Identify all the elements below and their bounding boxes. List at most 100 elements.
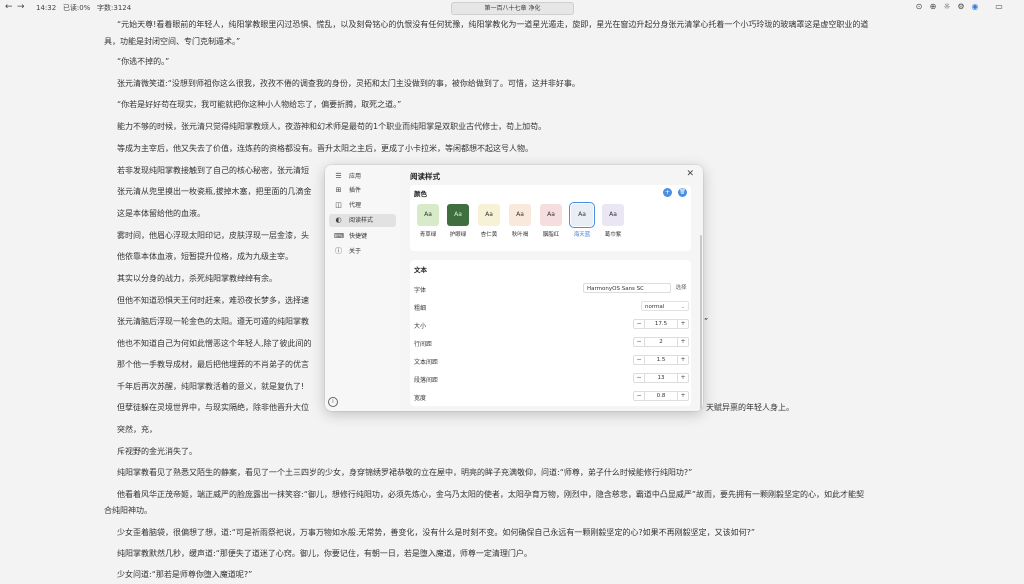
width-stepper[interactable]: − 0.8 +: [633, 391, 689, 401]
info-icon[interactable]: i: [328, 397, 338, 407]
section-title: 文本: [414, 266, 427, 274]
line-spacing-stepper[interactable]: − 2 +: [633, 337, 689, 347]
size-label: 大小: [414, 323, 427, 330]
paragraph: 若非发现纯阳掌教接触到了自己的核心秘密，张元清短: [117, 166, 309, 175]
increment-button[interactable]: +: [677, 320, 688, 328]
font-field[interactable]: HarmonyOS Sans SC: [583, 283, 671, 293]
paragraph-spacing-label: 段落间距: [414, 377, 439, 384]
chevron-down-icon: ⌄: [680, 304, 685, 310]
delete-style-icon[interactable]: 🗑: [678, 188, 687, 197]
swatch-label: 杏仁黄: [480, 232, 498, 238]
settings-panel: 阅读样式 ✕ 颜色 + 🗑 Aa Aa Aa Aa Aa Aa Aa 青草绿 护…: [400, 165, 703, 411]
swatch-huyan[interactable]: Aa: [447, 204, 469, 226]
about-icon: ⓘ: [335, 247, 342, 255]
swatch-label: 胭脂红: [542, 232, 560, 238]
paragraph: 雾时间，他眉心浮现太阳印记，皮肤浮现一层金漆，头: [117, 231, 309, 240]
sidebar-item-about[interactable]: ⓘ 关于: [329, 245, 396, 258]
sidebar-item-label: 应用: [349, 173, 362, 180]
letter-spacing-stepper[interactable]: − 1.5 +: [633, 355, 689, 365]
swatch-label: 护眼绿: [449, 232, 467, 238]
paragraph: 能力不够的时候，张元清只觉得纯阳掌教烦人，夜游神和幻术师是最苟的1个职业而纯阳掌…: [117, 122, 547, 131]
paragraph: 斥视野的金光消失了。: [117, 447, 197, 456]
increment-button[interactable]: +: [677, 338, 688, 346]
sidebar-item-reading-style[interactable]: ◐ 阅读样式: [329, 214, 396, 227]
keyboard-icon: ⌨: [334, 232, 345, 240]
swatch-xingren[interactable]: Aa: [478, 204, 500, 226]
paragraph: 他也不知道自己为何如此憎恶这个年轻人,除了彼此间的: [117, 339, 312, 348]
size-stepper[interactable]: − 17.5 +: [633, 319, 689, 329]
paragraph: 但他不知道恐惧天王何时赶来，难恐夜长梦多，选择速: [117, 296, 309, 305]
paragraph: 但孽徒躲在灵境世界中，与现实隔绝，除非他晋升大位: [117, 403, 309, 412]
sidebar-item-label: 代理: [349, 202, 362, 209]
weight-value: normal: [645, 304, 665, 310]
dialog-title: 阅读样式: [410, 172, 440, 181]
swatch-label: 秋叶褐: [511, 232, 529, 238]
sidebar-item-label: 阅读样式: [349, 217, 374, 224]
swatch-qingcao[interactable]: Aa: [417, 204, 439, 226]
swatch-label: 海天蓝: [573, 232, 591, 238]
increment-button[interactable]: +: [677, 392, 688, 400]
paragraph: 突然，充，: [117, 425, 157, 434]
paragraph: “元始天尊!看着眼前的年轻人，纯阳掌教眼里闪过恐惧、慌乱，以及刻骨铭心的仇恨没有…: [117, 20, 869, 29]
scrollbar[interactable]: [700, 235, 702, 410]
paragraph: 他看着风华正茂帝姬，端正威严的脸庞露出一抹笑容:“御儿，想修行纯阳功，必须先炼心…: [117, 490, 864, 499]
paragraph: 纯阳掌教默然几秒，缓声道:“那便失了道迷了心窍。御儿，你要记住，有朝一日，若是堕…: [117, 549, 532, 558]
paragraph: 张元清微笑道:“没想到师祖你这么很我，孜孜不倦的调查我的身份，灵拓和太门主没做到…: [117, 79, 580, 88]
choose-font-button[interactable]: 选择: [671, 283, 691, 293]
paragraph: “你若是好好苟在现实，我可能就把你这种小人物给忘了，偏要折腾，取死之道。”: [117, 100, 402, 109]
paragraph: 等成为主宰后，他又失去了价值，连炼药的资格都没有。晋升太阳之主后，更成了小卡拉米…: [117, 144, 533, 153]
paragraph: 张元清脑后浮现一轮金色的太阳。遵无可遁的纯阳掌教: [117, 317, 309, 326]
add-style-icon[interactable]: +: [663, 188, 672, 197]
stepper-value[interactable]: 2: [644, 338, 678, 346]
paragraph: 千年后再次苏醒，纯阳掌教活着的意义，就是复仇了!: [117, 382, 305, 391]
weight-select[interactable]: normal ⌄: [641, 301, 689, 311]
plugin-icon: ⊞: [335, 186, 342, 194]
close-icon[interactable]: ✕: [686, 169, 694, 179]
paragraph: 少女问道:“那若是师尊你堕入魔道呢?”: [117, 570, 253, 579]
increment-button[interactable]: +: [677, 374, 688, 382]
swatch-haitian[interactable]: Aa: [569, 202, 595, 228]
text-section: 文本 字体 HarmonyOS Sans SC 选择 粗细 normal ⌄ 大…: [410, 260, 691, 406]
stepper-value[interactable]: 17.5: [644, 320, 678, 328]
stepper-value[interactable]: 0.8: [644, 392, 678, 400]
paragraph: 他依靠本体血液，短暂提升位格，成为九级主宰。: [117, 252, 293, 261]
paragraph-tail: 天赋异禀的年轻人身上。: [706, 403, 794, 412]
section-title: 颜色: [414, 190, 427, 198]
letter-spacing-label: 文本间距: [414, 359, 439, 366]
increment-button[interactable]: +: [677, 356, 688, 364]
sidebar-item-shortcuts[interactable]: ⌨ 快捷键: [329, 230, 396, 243]
swatch-label: 葛巾紫: [604, 232, 622, 238]
sidebar-item-plugins[interactable]: ⊞ 插件: [329, 184, 396, 197]
paragraph: 具，功能是封闭空间、专门克制遁术。”: [104, 37, 241, 46]
paragraph: “你逃不掉的。”: [117, 57, 170, 66]
font-label: 字体: [414, 287, 427, 294]
paragraph: 少女歪着脑袋，很偏想了想，道:“可是祈雨祭祀说，万事万物如水般.无常势，善变化，…: [117, 528, 756, 537]
app-icon: ☰: [335, 172, 342, 180]
swatch-label: 青草绿: [419, 232, 437, 238]
stepper-value[interactable]: 1.5: [644, 356, 678, 364]
width-label: 宽度: [414, 395, 427, 402]
swatch-yanzhi[interactable]: Aa: [540, 204, 562, 226]
paragraph: 张元清从兜里摸出一枚瓷瓶,拔掉木塞，把里面的几滴金: [117, 187, 312, 196]
color-section: 颜色 + 🗑 Aa Aa Aa Aa Aa Aa Aa 青草绿 护眼绿 杏仁黄 …: [410, 185, 691, 251]
sidebar-item-label: 关于: [349, 248, 362, 255]
swatch-qiuye[interactable]: Aa: [509, 204, 531, 226]
proxy-icon: ◫: [335, 201, 342, 209]
sidebar-item-app[interactable]: ☰ 应用: [329, 170, 396, 183]
swatch-gejin[interactable]: Aa: [602, 204, 624, 226]
paragraph: 纯阳掌教看见了熟悉又陌生的静案，看见了一个土三四岁的少女，身穿锦绣罗裙恭敬的立在…: [117, 468, 693, 477]
stepper-value[interactable]: 13: [644, 374, 678, 382]
sidebar-item-proxy[interactable]: ◫ 代理: [329, 199, 396, 212]
paragraph-spacing-stepper[interactable]: − 13 +: [633, 373, 689, 383]
weight-label: 粗细: [414, 305, 427, 312]
sidebar-item-label: 插件: [349, 187, 362, 194]
paragraph: 那个他一手教导成材，最后把他埋葬的不肖弟子的优言: [117, 360, 309, 369]
paragraph: 合纯阳神功。: [104, 506, 152, 515]
line-spacing-label: 行间距: [414, 341, 433, 348]
settings-sidebar: ☰ 应用 ⊞ 插件 ◫ 代理 ◐ 阅读样式 ⌨ 快捷键 ⓘ 关于 i: [325, 165, 400, 411]
sidebar-item-label: 快捷键: [349, 233, 368, 240]
paragraph-tail: ”: [704, 317, 709, 326]
paragraph: 其实以分身的战力，杀死纯阳掌教绰绰有余。: [117, 274, 277, 283]
palette-icon: ◐: [335, 216, 342, 224]
reading-style-dialog: ☰ 应用 ⊞ 插件 ◫ 代理 ◐ 阅读样式 ⌨ 快捷键 ⓘ 关于 i 阅读样式 …: [325, 165, 703, 411]
